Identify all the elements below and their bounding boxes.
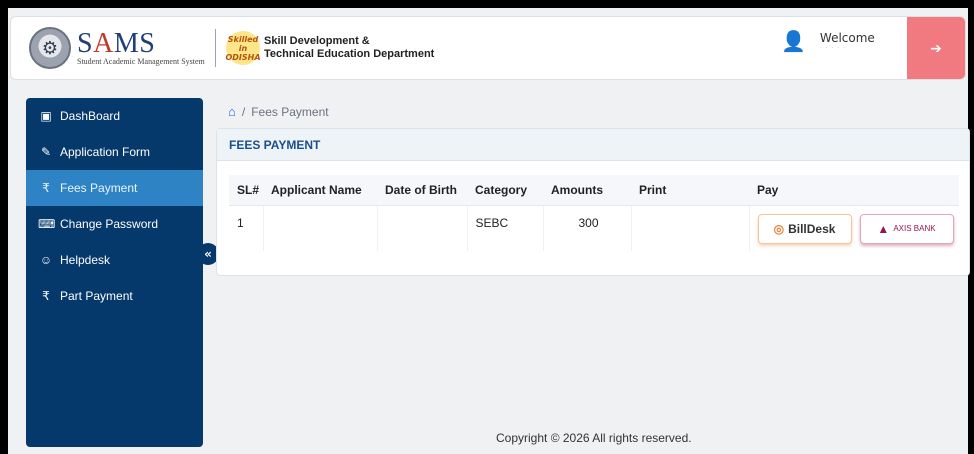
logo-subtitle: Student Academic Management System	[77, 56, 205, 66]
home-icon[interactable]: ⌂	[228, 104, 236, 119]
cell-category: SEBC	[467, 205, 544, 251]
col-pay: Pay	[749, 175, 959, 206]
cell-applicant-name	[263, 205, 378, 251]
edit-form-icon: ✎	[40, 145, 52, 159]
footer-copyright: Copyright © 2026 All rights reserved.	[496, 431, 692, 445]
sidebar-item-label: Part Payment	[60, 289, 133, 303]
sign-out-icon: ➔	[930, 41, 942, 57]
skilled-in-odisha-logo: Skilled in ODISHA	[225, 31, 261, 65]
table-row: 1 SEBC 300 ◎ BillDesk ▲ AXIS BANK	[229, 205, 959, 251]
sidebar-item-fees-payment[interactable]: ₹ Fees Payment	[26, 170, 203, 206]
axis-bank-logo-icon: ▲	[877, 221, 890, 236]
sidebar-item-application-form[interactable]: ✎ Application Form	[26, 134, 203, 170]
helpdesk-icon: ☺	[39, 253, 53, 267]
col-print: Print	[631, 175, 749, 206]
welcome-username: · · · · ·	[819, 45, 847, 52]
sidebar-item-label: Helpdesk	[60, 253, 111, 267]
sams-logo[interactable]: ⚙ SAMS Student Academic Management Syste…	[11, 27, 211, 69]
sidebar: ▣ DashBoard ✎ Application Form ₹ Fees Pa…	[26, 98, 203, 447]
dept-line-2: Technical Education Department	[264, 48, 435, 60]
sidebar-item-helpdesk[interactable]: ☺ Helpdesk	[26, 242, 203, 278]
breadcrumb-current: Fees Payment	[251, 104, 329, 119]
sidebar-item-dashboard[interactable]: ▣ DashBoard	[26, 98, 203, 134]
top-header: ⚙ SAMS Student Academic Management Syste…	[10, 16, 966, 80]
breadcrumb-separator: /	[241, 104, 246, 119]
cell-sl: 1	[229, 205, 264, 251]
col-sl: SL#	[229, 175, 263, 206]
hand-coin-icon: ₹	[42, 289, 50, 303]
cell-dob	[377, 205, 468, 251]
fees-payment-card: FEES PAYMENT SL# Applicant Name Date of …	[216, 128, 970, 276]
logo-title: SAMS	[77, 27, 156, 59]
keyboard-icon: ⌨	[38, 217, 56, 231]
col-dob: Date of Birth	[377, 175, 467, 206]
axis-bank-label: AXIS BANK	[893, 224, 936, 233]
odisha-emblem-icon: ⚙	[29, 27, 71, 69]
fees-table: SL# Applicant Name Date of Birth Categor…	[229, 175, 959, 251]
billdesk-label: BillDesk	[788, 221, 836, 236]
hand-coin-icon: ₹	[42, 181, 50, 195]
cell-amount: 300	[543, 205, 632, 251]
user-welcome[interactable]: 👤 Welcome · · · · ·	[781, 29, 875, 53]
billdesk-pay-button[interactable]: ◎ BillDesk	[757, 213, 852, 244]
card-title: FEES PAYMENT	[217, 129, 969, 161]
sidebar-item-label: Fees Payment	[60, 181, 138, 195]
sidebar-item-label: DashBoard	[60, 109, 121, 123]
dept-line-1: Skill Development &	[264, 35, 370, 47]
user-avatar-icon: 👤	[781, 29, 806, 53]
breadcrumb: ⌂ / Fees Payment	[228, 104, 329, 119]
table-header-row: SL# Applicant Name Date of Birth Categor…	[229, 175, 959, 206]
billdesk-logo-icon: ◎	[773, 221, 785, 236]
sidebar-item-label: Application Form	[60, 145, 151, 159]
sidebar-item-change-password[interactable]: ⌨ Change Password	[26, 206, 203, 242]
cell-print	[631, 205, 750, 251]
col-category: Category	[467, 175, 543, 206]
welcome-text: Welcome	[819, 31, 875, 45]
department-logo: Skilled in ODISHA Skill Development & Te…	[225, 31, 435, 65]
sidebar-item-label: Change Password	[60, 217, 159, 231]
monitor-icon: ▣	[40, 109, 52, 123]
logout-button[interactable]: ➔	[907, 17, 965, 79]
header-divider	[215, 29, 216, 67]
sidebar-item-part-payment[interactable]: ₹ Part Payment	[26, 278, 203, 314]
col-applicant-name: Applicant Name	[263, 175, 377, 206]
col-amounts: Amounts	[543, 175, 631, 206]
axis-bank-pay-button[interactable]: ▲ AXIS BANK	[859, 213, 954, 244]
